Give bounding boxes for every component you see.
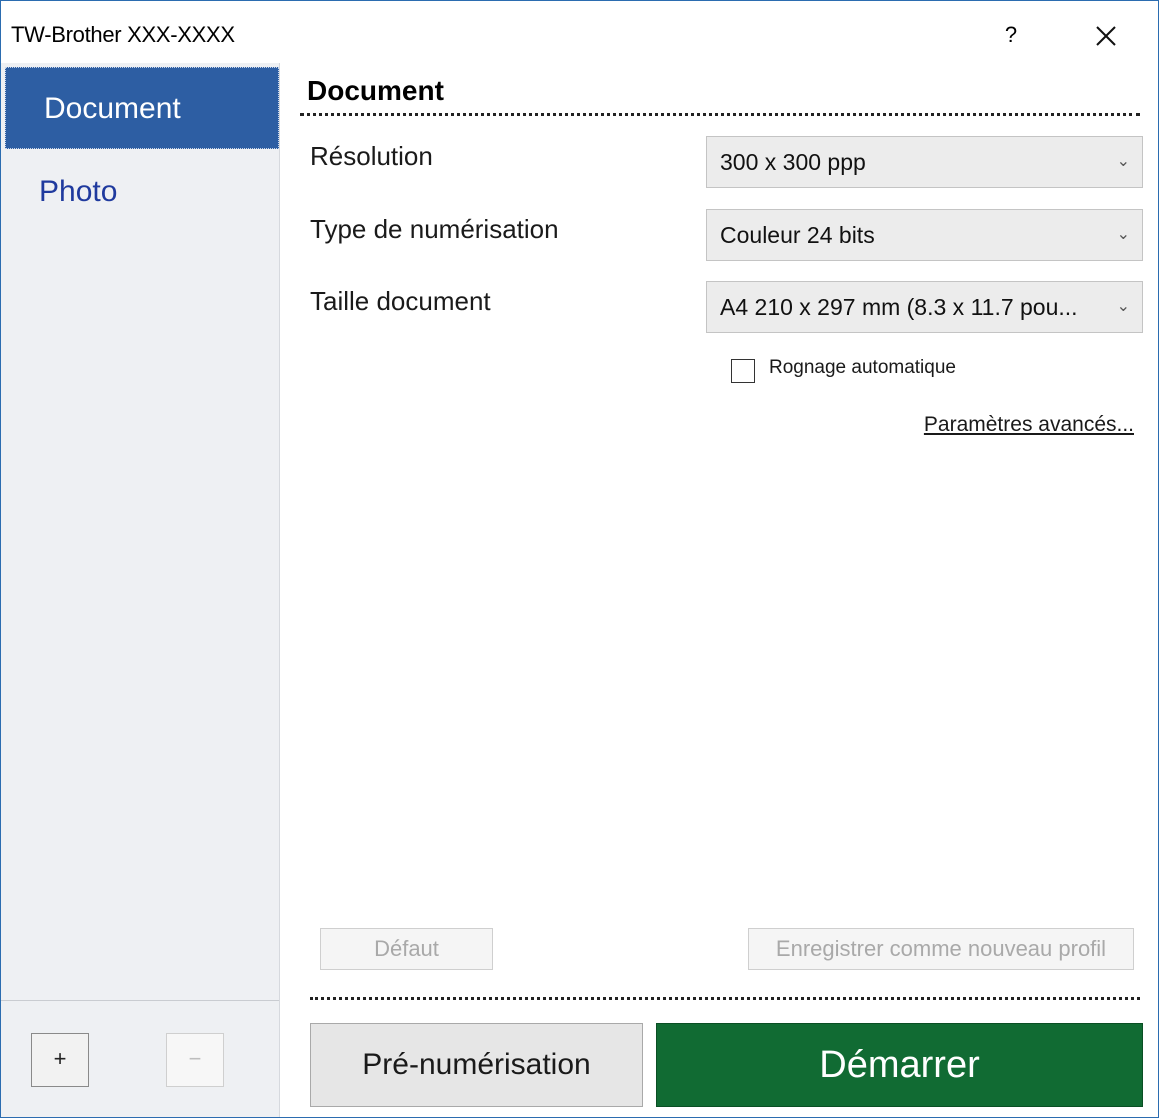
scan-type-select[interactable]: Couleur 24 bits ⌄: [706, 209, 1143, 261]
scanner-dialog: TW-Brother XXX-XXXX ? Document Photo + −…: [0, 0, 1159, 1118]
chevron-down-icon: ⌄: [1116, 153, 1130, 170]
title-divider: [300, 113, 1140, 116]
advanced-settings-link[interactable]: Paramètres avancés...: [924, 413, 1134, 437]
start-button[interactable]: Démarrer: [656, 1023, 1143, 1107]
settings-panel: Document Résolution 300 x 300 ppp ⌄ Type…: [280, 63, 1158, 1117]
sidebar-divider: [1, 1000, 279, 1001]
add-profile-button[interactable]: +: [31, 1033, 89, 1087]
prescan-button[interactable]: Pré-numérisation: [310, 1023, 643, 1107]
window-title: TW-Brother XXX-XXXX: [11, 22, 235, 47]
scan-type-value: Couleur 24 bits: [720, 222, 875, 248]
doc-size-label: Taille document: [310, 286, 491, 316]
help-button[interactable]: ?: [991, 15, 1031, 55]
scan-type-label: Type de numérisation: [310, 214, 559, 244]
doc-size-value: A4 210 x 297 mm (8.3 x 11.7 pou...: [720, 294, 1078, 320]
resolution-value: 300 x 300 ppp: [720, 149, 866, 175]
close-button[interactable]: [1081, 15, 1131, 55]
chevron-down-icon: ⌄: [1116, 226, 1130, 243]
section-title: Document: [307, 75, 444, 106]
profile-sidebar: Document Photo + −: [1, 63, 280, 1117]
resolution-label: Résolution: [310, 141, 433, 171]
actions-divider: [310, 997, 1140, 1000]
chevron-down-icon: ⌄: [1116, 298, 1130, 315]
doc-size-select[interactable]: A4 210 x 297 mm (8.3 x 11.7 pou... ⌄: [706, 281, 1143, 333]
title-bar: TW-Brother XXX-XXXX ?: [1, 1, 1158, 63]
default-button[interactable]: Défaut: [320, 928, 493, 970]
sidebar-item-photo[interactable]: Photo: [1, 151, 279, 233]
auto-crop-checkbox[interactable]: [731, 359, 755, 383]
remove-profile-button[interactable]: −: [166, 1033, 224, 1087]
resolution-select[interactable]: 300 x 300 ppp ⌄: [706, 136, 1143, 188]
auto-crop-label: Rognage automatique: [769, 357, 956, 378]
sidebar-item-document[interactable]: Document: [5, 67, 279, 149]
close-icon: [1096, 26, 1116, 46]
save-profile-button[interactable]: Enregistrer comme nouveau profil: [748, 928, 1134, 970]
